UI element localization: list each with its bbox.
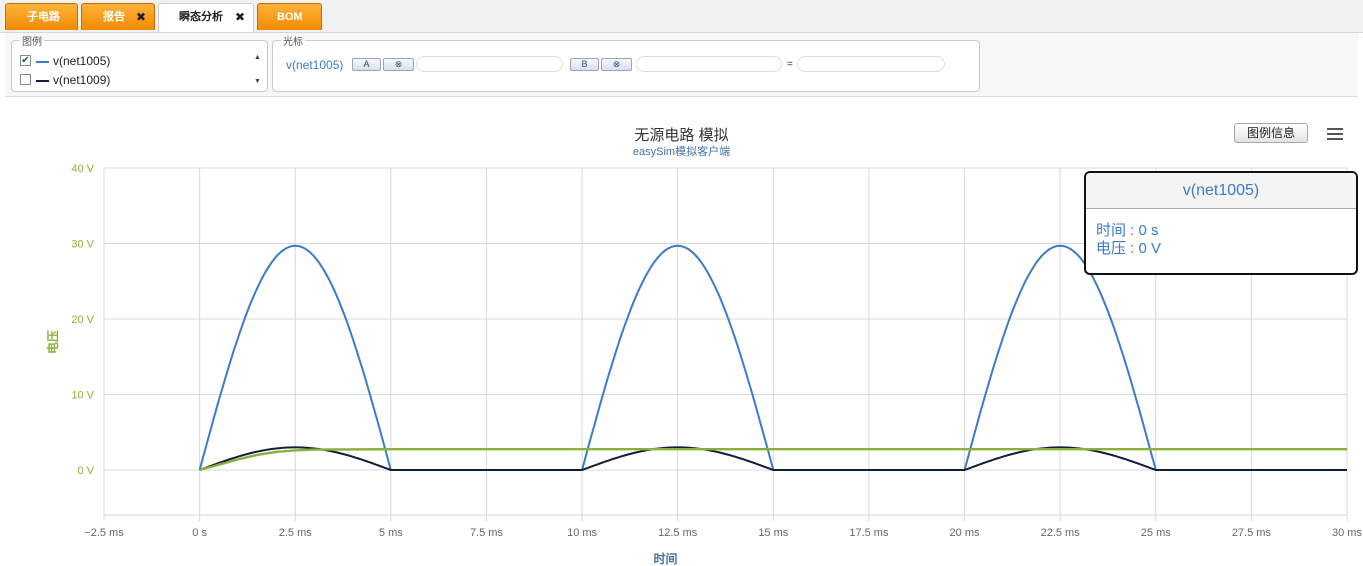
cursor-panel-title: 光标 bbox=[283, 37, 303, 48]
y-tick-label: 20 V bbox=[71, 314, 94, 326]
chevron-down-icon[interactable]: ▼ bbox=[254, 78, 261, 85]
y-tick-label: 10 V bbox=[71, 390, 94, 402]
x-tick-label: 10 ms bbox=[567, 527, 597, 539]
x-tick-label: 25 ms bbox=[1141, 527, 1171, 539]
x-tick-label: 22.5 ms bbox=[1041, 527, 1081, 539]
toolbar: 图例 ✔ v(net1005) v(net1009) ▲ ▼ 光标 v(net1… bbox=[5, 33, 1358, 97]
tab-report[interactable]: 报告 ✖ bbox=[81, 3, 155, 30]
y-tick-label: 0 V bbox=[77, 465, 94, 477]
x-tick-label: −2.5 ms bbox=[84, 527, 124, 539]
cursor-b-value bbox=[636, 56, 782, 72]
equals-sign: = bbox=[787, 59, 793, 70]
x-tick-label: 2.5 ms bbox=[279, 527, 313, 539]
cursor-delta-value bbox=[797, 56, 945, 72]
tab-label: BOM bbox=[277, 11, 303, 23]
chevron-up-icon[interactable]: ▲ bbox=[254, 54, 261, 61]
cursor-a-value bbox=[416, 56, 563, 72]
cursor-b-button[interactable]: B bbox=[570, 58, 599, 71]
checkbox[interactable]: ✔ bbox=[20, 55, 31, 66]
tooltip: v(net1005) 时间 : 0 s 电压 : 0 V bbox=[1084, 171, 1358, 275]
cursor-a-clear-button[interactable]: ⊗ bbox=[383, 58, 414, 71]
close-icon[interactable]: ✖ bbox=[136, 4, 146, 31]
checkbox[interactable] bbox=[20, 74, 31, 85]
tab-label: 瞬态分析 bbox=[179, 11, 223, 23]
series-swatch bbox=[36, 80, 49, 82]
x-tick-label: 0 s bbox=[192, 527, 207, 539]
cursor-panel: 光标 v(net1005) A ⊗ B ⊗ = bbox=[272, 33, 980, 92]
x-tick-label: 5 ms bbox=[379, 527, 403, 539]
legend-panel-title: 图例 bbox=[22, 37, 42, 48]
chart-area: 无源电路 模拟 easySim模拟客户端 图例信息 0 V 10 V 20 V 30 … bbox=[0, 97, 1363, 566]
legend-item-label: v(net1009) bbox=[53, 73, 111, 87]
tab-label: 报告 bbox=[103, 11, 125, 23]
tooltip-voltage: 电压 : 0 V bbox=[1096, 240, 1162, 257]
tab-bar: 子电路 报告 ✖ 瞬态分析 ✖ BOM bbox=[0, 0, 1363, 33]
line-chart: 0 V 10 V 20 V 30 V 40 V −2.5 ms 0 s 2.5 ms 5 ms 7… bbox=[45, 163, 1362, 566]
y-axis-label: 电压 bbox=[45, 330, 60, 354]
x-tick-label: 27.5 ms bbox=[1232, 527, 1272, 539]
close-icon[interactable]: ✖ bbox=[235, 4, 245, 31]
scrollbar[interactable]: ▲ ▼ bbox=[252, 52, 264, 92]
tab-bom[interactable]: BOM bbox=[257, 3, 322, 30]
y-tick-label: 40 V bbox=[71, 163, 94, 175]
x-tick-label: 7.5 ms bbox=[470, 527, 504, 539]
cursor-a-button[interactable]: A bbox=[352, 58, 381, 71]
y-tick-label: 30 V bbox=[71, 239, 94, 251]
x-axis-label: 时间 bbox=[653, 551, 677, 566]
x-tick-label: 30 ms bbox=[1332, 527, 1362, 539]
legend-panel: 图例 ✔ v(net1005) v(net1009) ▲ ▼ bbox=[11, 33, 268, 92]
cursor-signal: v(net1005) bbox=[286, 58, 344, 72]
x-tick-label: 15 ms bbox=[758, 527, 788, 539]
x-tick-label: 12.5 ms bbox=[658, 527, 698, 539]
cursor-b-clear-button[interactable]: ⊗ bbox=[601, 58, 632, 71]
tooltip-series: v(net1005) bbox=[1086, 173, 1356, 209]
x-tick-label: 20 ms bbox=[950, 527, 980, 539]
series-swatch bbox=[36, 61, 49, 63]
legend-item-label: v(net1005) bbox=[53, 54, 111, 68]
x-tick-label: 17.5 ms bbox=[849, 527, 889, 539]
tab-subcircuit[interactable]: 子电路 bbox=[5, 3, 78, 30]
tab-transient-analysis[interactable]: 瞬态分析 ✖ bbox=[158, 3, 254, 32]
tab-label: 子电路 bbox=[27, 11, 60, 23]
